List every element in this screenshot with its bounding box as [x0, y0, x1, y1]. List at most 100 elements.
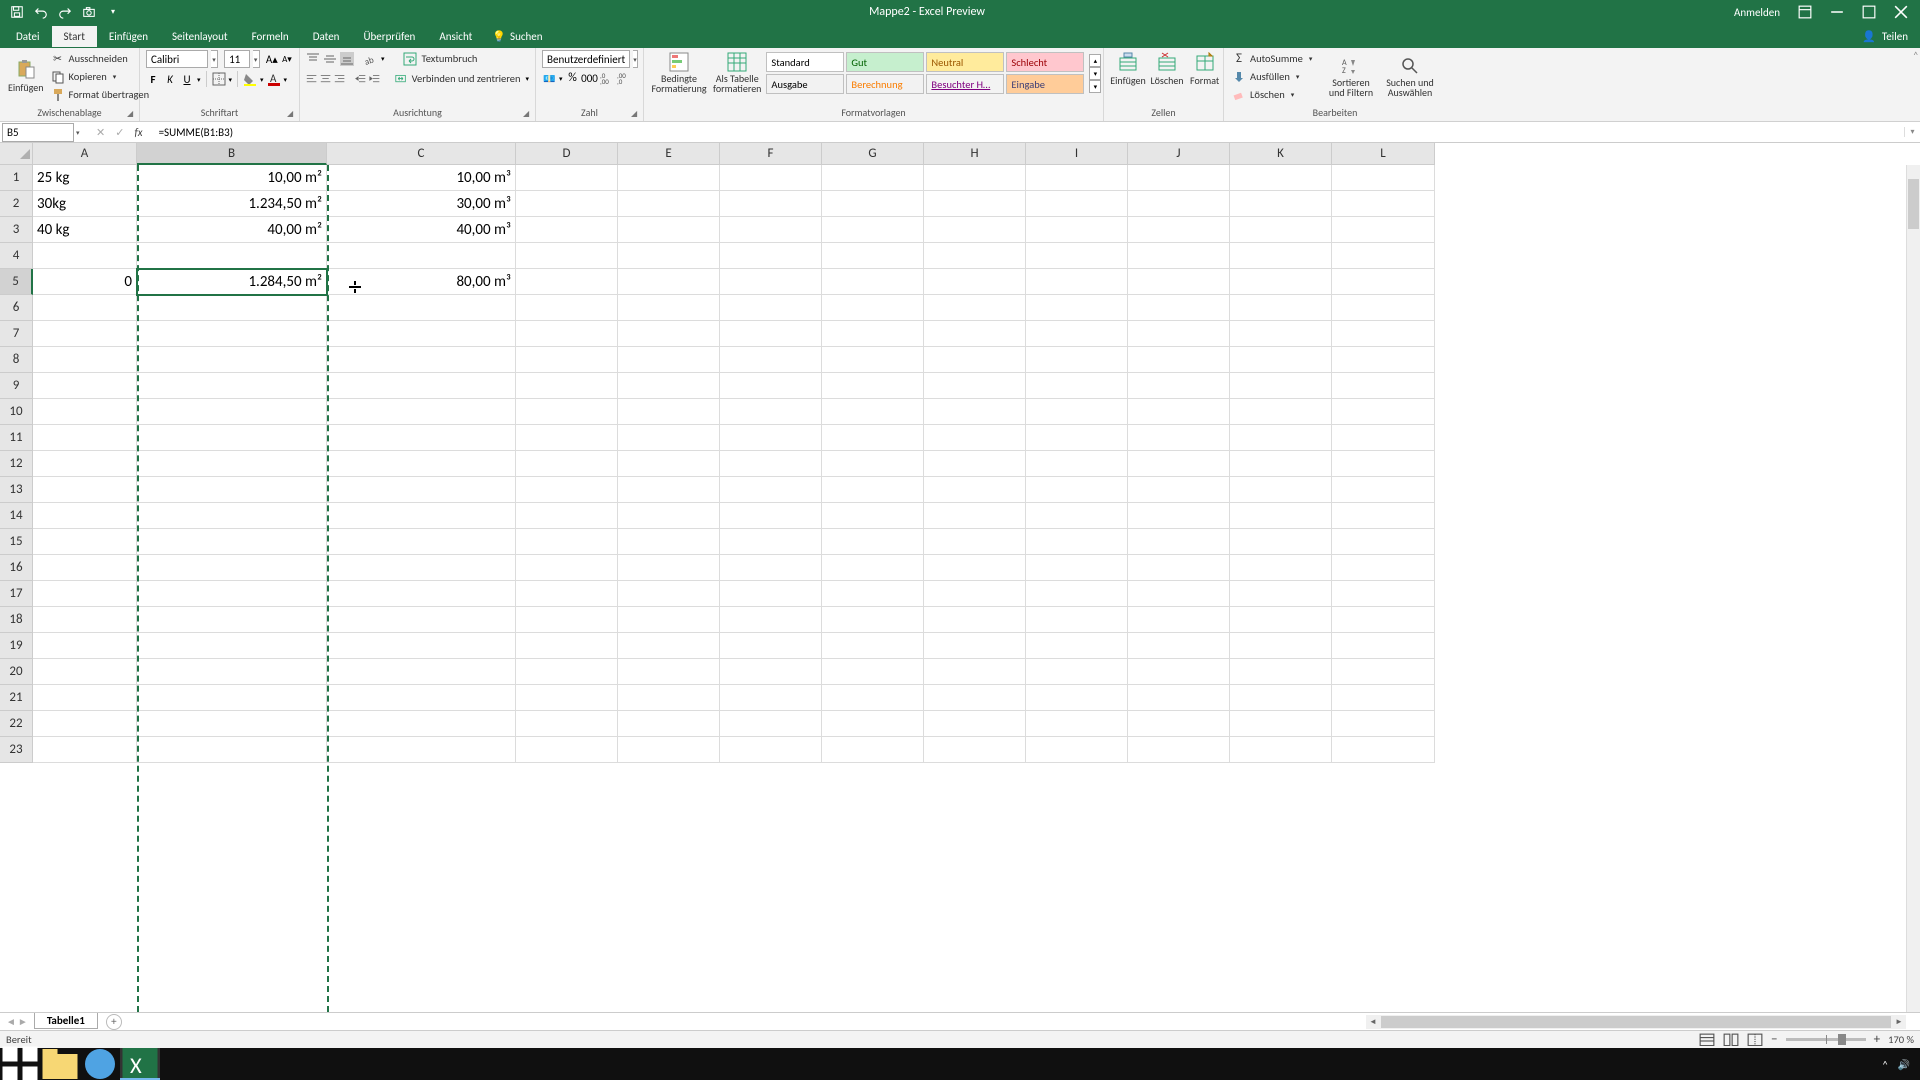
cell[interactable]	[1128, 633, 1230, 659]
cell[interactable]	[33, 659, 137, 685]
cell[interactable]	[618, 477, 720, 503]
paste-button[interactable]: Einfügen	[6, 57, 46, 96]
select-all-corner[interactable]	[0, 143, 33, 165]
row-header[interactable]: 21	[0, 685, 33, 711]
cell[interactable]	[720, 711, 822, 737]
expand-formula-icon[interactable]: ▾	[1904, 127, 1920, 137]
cell[interactable]	[137, 555, 327, 581]
clear-button[interactable]: Löschen▾	[1230, 86, 1320, 103]
gallery-down-icon[interactable]: ▾	[1089, 67, 1101, 80]
cell[interactable]	[822, 295, 924, 321]
cell[interactable]	[1026, 451, 1128, 477]
row-header[interactable]: 13	[0, 477, 33, 503]
cell[interactable]	[822, 269, 924, 295]
cell[interactable]	[1026, 165, 1128, 191]
cell[interactable]	[1230, 581, 1332, 607]
cell[interactable]: 10,00 m³	[327, 165, 516, 191]
cell[interactable]	[1026, 685, 1128, 711]
cell[interactable]: 40,00 m²	[137, 217, 327, 243]
add-sheet-icon[interactable]: +	[106, 1014, 122, 1030]
cell[interactable]	[516, 685, 618, 711]
tray-volume-icon[interactable]: 🔊	[1898, 1058, 1910, 1071]
wrap-text-button[interactable]: Textumbruch	[420, 50, 480, 67]
tab-einfuegen[interactable]: Einfügen	[97, 26, 160, 47]
cell[interactable]	[33, 295, 137, 321]
cell[interactable]	[516, 581, 618, 607]
cell[interactable]	[1230, 399, 1332, 425]
cell[interactable]	[1026, 347, 1128, 373]
cell[interactable]	[1026, 321, 1128, 347]
conditional-format-button[interactable]: Bedingte Formatierung	[650, 50, 708, 96]
row-header[interactable]: 6	[0, 295, 33, 321]
cell[interactable]	[33, 399, 137, 425]
cell[interactable]	[822, 477, 924, 503]
cell[interactable]	[1230, 165, 1332, 191]
cell[interactable]	[327, 373, 516, 399]
cell[interactable]	[327, 295, 516, 321]
cell[interactable]	[137, 711, 327, 737]
cell[interactable]	[618, 425, 720, 451]
cell[interactable]: 80,00 m³	[327, 269, 516, 295]
tab-ansicht[interactable]: Ansicht	[427, 26, 484, 47]
cell[interactable]	[924, 425, 1026, 451]
cell[interactable]	[618, 347, 720, 373]
align-right-icon[interactable]	[334, 72, 345, 86]
cell[interactable]	[1128, 555, 1230, 581]
increase-indent-icon[interactable]	[369, 72, 380, 86]
cell[interactable]	[1230, 659, 1332, 685]
cell[interactable]	[516, 633, 618, 659]
cell[interactable]	[720, 191, 822, 217]
cell[interactable]	[822, 633, 924, 659]
cell[interactable]	[1332, 477, 1435, 503]
cell[interactable]	[822, 191, 924, 217]
cell[interactable]	[137, 399, 327, 425]
cell[interactable]	[1128, 711, 1230, 737]
cell[interactable]	[1230, 451, 1332, 477]
percent-icon[interactable]: %	[566, 71, 580, 85]
row-header[interactable]: 22	[0, 711, 33, 737]
gallery-more-icon[interactable]: ▾	[1089, 80, 1101, 93]
cell[interactable]: 1.284,50 m²	[137, 269, 327, 295]
cell[interactable]	[822, 529, 924, 555]
row-header[interactable]: 20	[0, 659, 33, 685]
cell[interactable]	[1230, 555, 1332, 581]
style-gut[interactable]: Gut	[846, 52, 924, 72]
cell[interactable]	[1128, 321, 1230, 347]
cell[interactable]	[1332, 581, 1435, 607]
search-field[interactable]: 💡 Suchen	[492, 30, 542, 43]
cell[interactable]	[822, 555, 924, 581]
cell[interactable]	[924, 581, 1026, 607]
cell[interactable]	[618, 555, 720, 581]
cell[interactable]	[516, 243, 618, 269]
fx-icon[interactable]: fx	[134, 126, 142, 139]
cell[interactable]	[516, 607, 618, 633]
align-left-icon[interactable]	[306, 72, 317, 86]
cell[interactable]	[618, 503, 720, 529]
cell[interactable]	[137, 425, 327, 451]
increase-font-icon[interactable]: A▴	[266, 52, 278, 66]
tab-seitenlayout[interactable]: Seitenlayout	[160, 26, 240, 47]
cell[interactable]	[33, 685, 137, 711]
cell[interactable]	[1128, 685, 1230, 711]
font-launcher-icon[interactable]: ◢	[287, 109, 297, 119]
horizontal-scrollbar[interactable]: ◄►	[1366, 1015, 1906, 1029]
cell[interactable]	[822, 217, 924, 243]
cell[interactable]	[137, 373, 327, 399]
cell[interactable]	[618, 633, 720, 659]
cell[interactable]	[1230, 633, 1332, 659]
cell[interactable]	[1026, 373, 1128, 399]
cell[interactable]	[516, 373, 618, 399]
cell[interactable]	[33, 321, 137, 347]
cell[interactable]	[1230, 295, 1332, 321]
cell[interactable]	[1332, 451, 1435, 477]
camera-icon[interactable]	[82, 5, 96, 19]
cell[interactable]	[720, 503, 822, 529]
cell[interactable]	[1230, 477, 1332, 503]
edge-icon[interactable]	[80, 1048, 120, 1080]
cell[interactable]	[1026, 425, 1128, 451]
cell[interactable]	[1332, 685, 1435, 711]
cell[interactable]	[327, 347, 516, 373]
cell[interactable]: 30,00 m³	[327, 191, 516, 217]
cell[interactable]	[924, 633, 1026, 659]
border-icon[interactable]	[212, 72, 226, 86]
